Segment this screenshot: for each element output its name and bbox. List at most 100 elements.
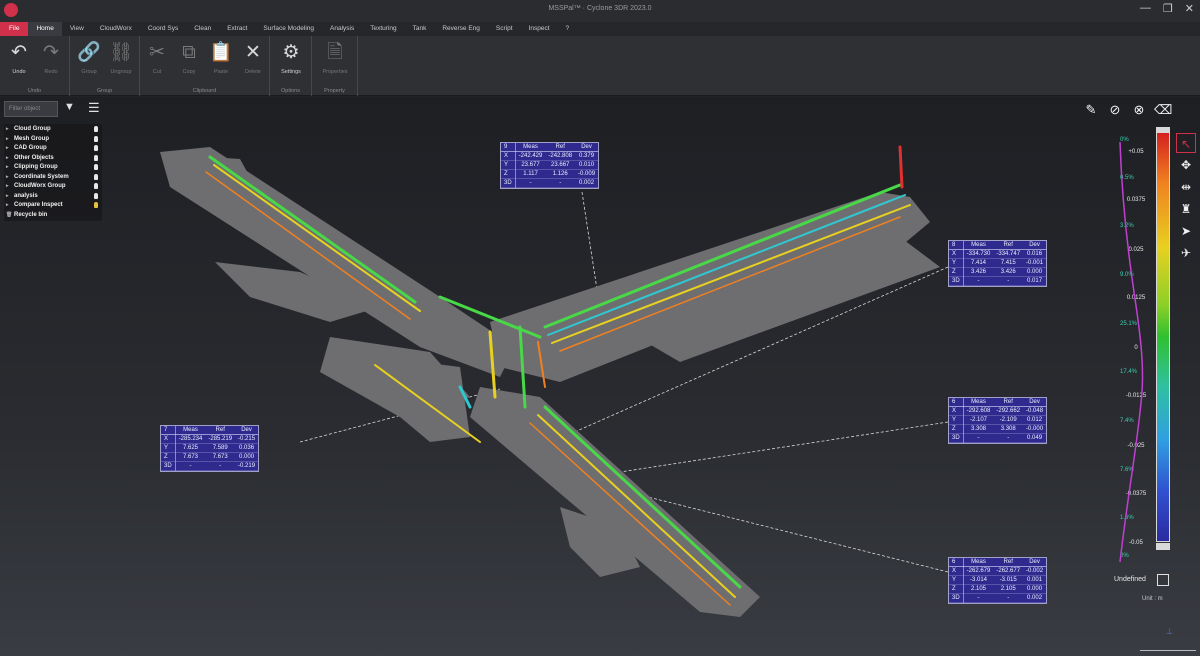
bulb-icon[interactable] — [94, 192, 98, 199]
copy-button[interactable]: ⧉ Copy — [172, 40, 206, 80]
undefined-label: Undefined — [1114, 576, 1146, 583]
bulb-icon[interactable] — [94, 164, 98, 170]
tree-item-clipping-group[interactable]: ▸ Clipping Group — [4, 163, 102, 173]
properties-button[interactable]: 🗎 Properties — [318, 40, 352, 80]
surface-center — [370, 357, 470, 442]
histogram-line — [1119, 142, 1144, 562]
filter-input[interactable]: Filter object — [4, 101, 58, 117]
filter-icon[interactable]: ▼ — [64, 101, 75, 113]
restore-icon[interactable]: ❐ — [1163, 2, 1173, 15]
tree-item-analysis[interactable]: ▸ analysis — [4, 192, 102, 202]
window-controls: — ❐ ✕ — [1140, 2, 1194, 15]
expand-icon[interactable]: ▸ — [6, 135, 9, 145]
tree-item-recycle-bin[interactable]: 🗑 Recycle bin — [4, 211, 102, 221]
tab-analysis[interactable]: Analysis — [322, 22, 362, 36]
expand-icon[interactable]: ▸ — [6, 173, 9, 183]
measurement-table[interactable]: 9 Meas Ref Dev X -242.429 -242.808 0.379 Y 23.6… — [500, 142, 600, 189]
cut-button[interactable]: ✂ Cut — [140, 40, 174, 80]
group-button[interactable]: 🔗 Group — [72, 40, 106, 80]
tab-texturing[interactable]: Texturing — [362, 22, 404, 36]
tree-item-mesh-group[interactable]: ▸ Mesh Group — [4, 135, 102, 145]
minimize-icon[interactable]: — — [1140, 2, 1151, 15]
undefined-color-swatch[interactable] — [1157, 574, 1169, 586]
bulb-icon[interactable] — [94, 154, 98, 161]
ribbon-group-clipboard: ✂ Cut ⧉ Copy 📋 Paste ✕ Delete Clipboard — [140, 36, 270, 96]
undo-button[interactable]: ↶ Undo — [2, 40, 36, 80]
unlink-icon: ⛓ — [108, 42, 134, 63]
tab-coord-sys[interactable]: Coord Sys — [140, 22, 186, 36]
fit-view-icon[interactable]: ⇹ — [1176, 177, 1196, 197]
tab-extract[interactable]: Extract — [219, 22, 255, 36]
select-cursor-icon[interactable]: ↖ — [1176, 133, 1196, 153]
link-icon: 🔗 — [77, 42, 101, 63]
tree-item-coordinate-system[interactable]: ▸ Coordinate System — [4, 173, 102, 183]
navigate-icon[interactable]: ➤ — [1176, 221, 1196, 241]
tab-clean[interactable]: Clean — [186, 22, 219, 36]
expand-icon[interactable]: ▸ — [6, 163, 9, 173]
expand-icon[interactable]: ▸ — [6, 154, 9, 164]
tab-home[interactable]: Home — [28, 22, 62, 36]
tab-file[interactable]: File — [0, 22, 29, 36]
bulb-icon[interactable] — [94, 173, 98, 180]
trash-icon: 🗑 — [6, 211, 13, 218]
expand-icon[interactable]: ▸ — [6, 192, 9, 202]
expand-icon[interactable]: ▸ — [6, 201, 9, 211]
clip-edit-icon[interactable]: ⊗ — [1130, 101, 1148, 119]
bulb-icon[interactable] — [94, 183, 98, 189]
ribbon: ↶ Undo ↷ Redo Undo 🔗 Group ⛓ Ungroup Gro… — [0, 36, 1200, 96]
ungroup-button[interactable]: ⛓ Ungroup — [104, 40, 138, 80]
scale-ruler — [1140, 645, 1196, 651]
expand-icon[interactable]: ▸ — [6, 144, 9, 154]
redo-icon: ↷ — [43, 42, 59, 63]
measurement-table[interactable]: 6 Meas Ref Dev X -262.679 -262.677 -0.002 Y -3.… — [948, 557, 1048, 604]
tab-script[interactable]: Script — [488, 22, 521, 36]
rotate-icon[interactable]: ✥ — [1176, 155, 1196, 175]
surface-wing-down — [470, 387, 760, 617]
ribbon-group-property: 🗎 Properties Property — [312, 36, 358, 96]
axis-indicator-icon: ⊥ — [1166, 627, 1173, 636]
tree-item-compare-inspect[interactable]: ▸ Compare Inspect — [4, 201, 102, 211]
tab-reverse-eng[interactable]: Reverse Eng — [434, 22, 488, 36]
ribbon-group-options: ⚙ Settings Options — [270, 36, 312, 96]
paste-button[interactable]: 📋 Paste — [204, 40, 238, 80]
redo-button[interactable]: ↷ Redo — [34, 40, 68, 80]
bulb-icon[interactable] — [94, 126, 98, 132]
title-bar: MSSPal™ · Cyclone 3DR 2023.0 — ❐ ✕ — [0, 0, 1200, 22]
viewport-tools: ✎ ⊘ ⊗ ⌫ — [1082, 101, 1173, 119]
close-icon[interactable]: ✕ — [1185, 2, 1194, 15]
settings-button[interactable]: ⚙ Settings — [274, 40, 308, 80]
measurement-table[interactable]: 8 Meas Ref Dev X -334.730 -334.747 0.016 Y 7.41… — [948, 240, 1048, 287]
building-surfaces — [160, 147, 940, 617]
hamburger-menu-icon[interactable]: ☰ — [88, 100, 100, 116]
fly-icon[interactable]: ✈ — [1176, 243, 1196, 263]
tree-item-other-objects[interactable]: ▸ Other Objects — [4, 154, 102, 164]
3d-viewport[interactable]: Filter object ▼ ☰ ▸ Cloud Group ▸ Mesh Gro… — [0, 97, 1200, 656]
eraser-icon[interactable]: ⌫ — [1154, 101, 1172, 119]
walk-icon[interactable]: ♜ — [1176, 199, 1196, 219]
undo-icon: ↶ — [11, 42, 27, 63]
clip-icon[interactable]: ⊘ — [1106, 101, 1124, 119]
tab-help[interactable]: ? — [558, 22, 578, 36]
bulb-icon[interactable] — [94, 145, 98, 151]
expand-icon[interactable]: ▸ — [6, 125, 9, 135]
ribbon-group-undo: ↶ Undo ↷ Redo Undo — [0, 36, 70, 96]
bulb-icon[interactable] — [94, 135, 98, 142]
tab-inspect[interactable]: Inspect — [521, 22, 558, 36]
delete-button[interactable]: ✕ Delete — [236, 40, 270, 80]
tree-item-cloud-group[interactable]: ▸ Cloud Group — [4, 125, 102, 135]
measure-icon[interactable]: ✎ — [1082, 101, 1100, 119]
histogram-curve — [1119, 142, 1144, 562]
bulb-on-icon[interactable] — [94, 202, 98, 208]
tree-item-cad-group[interactable]: ▸ CAD Group — [4, 144, 102, 154]
measurement-table[interactable]: 6 Meas Ref Dev X -292.608 -292.662 -0.048 Y -2.… — [948, 397, 1048, 444]
tab-surface-modeling[interactable]: Surface Modeling — [255, 22, 322, 36]
object-tree: ▸ Cloud Group ▸ Mesh Group ▸ CAD Group ▸ Oth… — [4, 124, 102, 221]
tree-item-cloudworx-group[interactable]: ▸ CloudWorx Group — [4, 182, 102, 192]
ribbon-group-group: 🔗 Group ⛓ Ungroup Group — [70, 36, 140, 96]
measurement-table[interactable]: 7 Meas Ref Dev X -285.234 -285.219 -0.215 Y 7.6… — [160, 425, 260, 472]
expand-icon[interactable]: ▸ — [6, 182, 9, 192]
leader-line — [619, 421, 949, 473]
tab-cloudworx[interactable]: CloudWorx — [92, 22, 140, 36]
tab-view[interactable]: View — [62, 22, 92, 36]
tab-tank[interactable]: Tank — [405, 22, 435, 36]
